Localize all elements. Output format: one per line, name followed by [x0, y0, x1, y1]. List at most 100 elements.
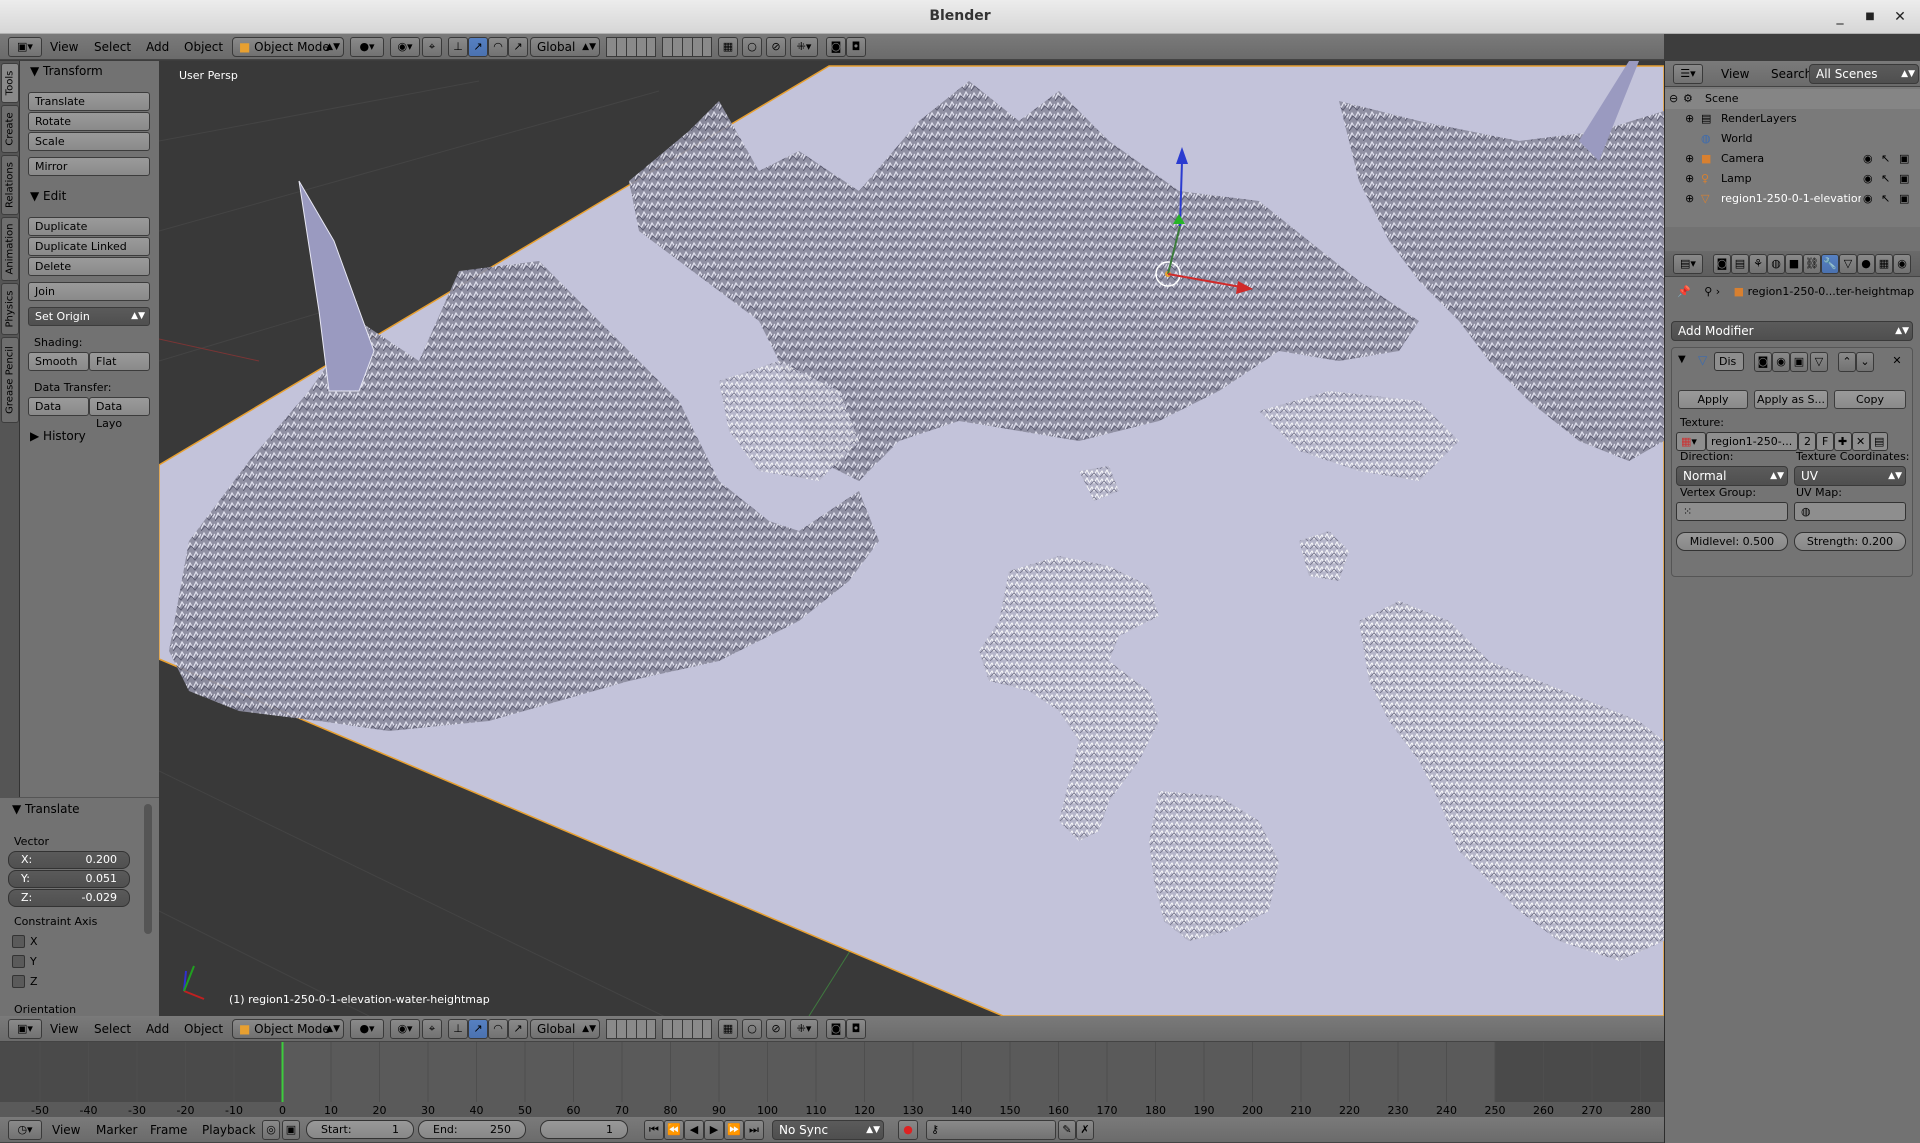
record-icon[interactable]: ●: [898, 1120, 918, 1140]
layer-lock-icon[interactable]: ▦: [718, 1019, 738, 1039]
insert-keyframe-icon[interactable]: ✎: [1058, 1120, 1076, 1140]
jump-keyframe-back-icon[interactable]: ⏪: [664, 1120, 684, 1140]
current-frame-field[interactable]: 1: [540, 1120, 628, 1139]
vector-z-field[interactable]: Z: -0.029: [8, 889, 130, 907]
orientation-select[interactable]: Global ▲▼: [530, 37, 600, 57]
tab-create[interactable]: Create: [1, 105, 19, 153]
maximize-icon[interactable]: ■: [1860, 7, 1880, 27]
add-modifier-select[interactable]: Add Modifier ▲▼: [1671, 321, 1913, 341]
strength-field[interactable]: Strength: 0.200: [1794, 532, 1906, 551]
render-icon[interactable]: ◙: [826, 37, 846, 57]
layers-grid-a[interactable]: [606, 37, 656, 57]
properties-editor-type-button[interactable]: ▤▾: [1673, 254, 1703, 274]
mode-select-bottom[interactable]: ■ Object Mode ▲▼: [232, 1019, 344, 1039]
minimize-icon[interactable]: _: [1830, 7, 1850, 27]
tab-physics[interactable]: Physics: [1, 283, 19, 335]
join-button[interactable]: Join: [28, 282, 150, 301]
menu-object-bottom[interactable]: Object: [184, 1022, 223, 1036]
menu-object[interactable]: Object: [184, 40, 223, 54]
move-up-icon[interactable]: ⌃: [1838, 352, 1856, 372]
end-frame-field[interactable]: End: 250: [418, 1120, 526, 1139]
outliner-item-camera[interactable]: ⊕ ■ Camera ◉ ↖ ▣: [1665, 149, 1920, 169]
viewport-shading-button[interactable]: ●▾: [350, 37, 384, 57]
timeline[interactable]: -50 -40 -30 -20 -10 0 10 20 30 40 50 60 70 80 90 100 110…: [0, 1042, 1664, 1118]
render-anim-icon[interactable]: ◘: [846, 37, 866, 57]
editor-type-button[interactable]: ▣▾: [8, 37, 42, 57]
proportional-edit-icon[interactable]: ○: [742, 1019, 762, 1039]
collapse-modifier-icon[interactable]: ▼: [1678, 354, 1686, 365]
snap-icon[interactable]: ⊘: [766, 37, 786, 57]
tab-grease-pencil[interactable]: Grease Pencil: [1, 337, 19, 423]
vector-x-field[interactable]: X: 0.200: [8, 851, 130, 869]
menu-view-bottom[interactable]: View: [50, 1022, 78, 1036]
apply-as-shape-button[interactable]: Apply as S...: [1754, 390, 1828, 409]
direction-select[interactable]: Normal ▲▼: [1676, 466, 1788, 486]
viewport-3d[interactable]: User Persp (1) region1-250-0-1-elevation…: [159, 61, 1664, 1016]
layer-lock-icon[interactable]: ▦: [718, 37, 738, 57]
menu-select[interactable]: Select: [94, 40, 131, 54]
menu-add-bottom[interactable]: Add: [146, 1022, 169, 1036]
rotate-manipulator-icon[interactable]: ↗: [468, 1019, 488, 1039]
visibility-eye-icon[interactable]: ◉: [1863, 189, 1873, 209]
preview-range-icon[interactable]: ◎: [262, 1120, 280, 1140]
outliner-item-scene[interactable]: ⊖ ⚙ Scene: [1665, 89, 1920, 109]
select-cursor-icon[interactable]: ↖: [1881, 149, 1890, 169]
visibility-eye-icon[interactable]: ◉: [1863, 169, 1873, 189]
texture-name-field[interactable]: region1-250-...: [1706, 432, 1798, 451]
texture-users-count[interactable]: 2: [1798, 432, 1816, 451]
data-tab-icon[interactable]: ▽: [1839, 254, 1857, 274]
render-camera-icon[interactable]: ▣: [1899, 169, 1909, 189]
select-cursor-icon[interactable]: ↖: [1881, 169, 1890, 189]
manipulator-toggle-bottom[interactable]: ⌖: [422, 1019, 442, 1039]
outliner-item-renderlayers[interactable]: ⊕ ▤ RenderLayers: [1665, 109, 1920, 129]
outliner-menu-search[interactable]: Search: [1771, 67, 1812, 81]
render-icon[interactable]: ◙: [826, 1019, 846, 1039]
constraint-z-checkbox[interactable]: [12, 975, 25, 988]
tab-tools[interactable]: Tools: [1, 63, 19, 103]
jump-start-icon[interactable]: ⏮: [644, 1120, 664, 1140]
keying-set-field[interactable]: ⚷: [926, 1120, 1056, 1140]
move-down-icon[interactable]: ⌄: [1856, 352, 1874, 372]
transform-icon[interactable]: ↗: [508, 37, 528, 57]
render-layers-tab-icon[interactable]: ▤: [1731, 254, 1749, 274]
modifiers-tab-icon[interactable]: 🔧: [1821, 254, 1839, 274]
panel-history-header[interactable]: ▶ History: [30, 429, 86, 443]
mode-select[interactable]: ■ Object Mode ▲▼: [232, 37, 344, 57]
close-icon[interactable]: ✕: [1890, 7, 1910, 27]
viewport-shading-button-bottom[interactable]: ●▾: [350, 1019, 384, 1039]
scene-tab-icon[interactable]: ⚘: [1749, 254, 1767, 274]
vertex-group-field[interactable]: ⁙: [1676, 502, 1788, 521]
render-tab-icon[interactable]: ◙: [1713, 254, 1731, 274]
new-texture-icon[interactable]: ✚: [1834, 432, 1852, 451]
rotate-manipulator-icon[interactable]: ↗: [468, 37, 488, 57]
pivot-point-button-bottom[interactable]: ◉▾: [390, 1019, 420, 1039]
snap-icon[interactable]: ⊘: [766, 1019, 786, 1039]
jump-end-icon[interactable]: ⏭: [744, 1120, 764, 1140]
render-camera-icon[interactable]: ▣: [1899, 189, 1909, 209]
start-frame-field[interactable]: Start: 1: [306, 1120, 414, 1139]
visibility-eye-icon[interactable]: ◉: [1863, 149, 1873, 169]
scale-manipulator-icon[interactable]: ◠: [488, 37, 508, 57]
texture-coords-select[interactable]: UV ▲▼: [1794, 466, 1906, 486]
render-camera-icon[interactable]: ▣: [1899, 149, 1909, 169]
menu-add[interactable]: Add: [146, 40, 169, 54]
constraint-x-checkbox[interactable]: [12, 935, 25, 948]
set-origin-select[interactable]: Set Origin ▲▼: [28, 307, 150, 326]
pivot-point-button[interactable]: ◉▾: [390, 37, 420, 57]
object-tab-icon[interactable]: ■: [1785, 254, 1803, 274]
constraints-tab-icon[interactable]: ⛓: [1803, 254, 1821, 274]
layers-grid-b[interactable]: [662, 37, 712, 57]
texture-properties-icon[interactable]: ▤: [1870, 432, 1888, 451]
operator-scrollbar[interactable]: [144, 804, 152, 934]
vector-y-field[interactable]: Y: 0.051: [8, 870, 130, 888]
outliner-scene-filter[interactable]: All Scenes ▲▼: [1809, 64, 1919, 84]
duplicate-button[interactable]: Duplicate: [28, 217, 150, 236]
remove-modifier-icon[interactable]: ✕: [1888, 352, 1906, 372]
apply-button[interactable]: Apply: [1678, 390, 1748, 409]
tab-animation[interactable]: Animation: [1, 217, 19, 281]
timeline-menu-view[interactable]: View: [52, 1123, 80, 1137]
texture-tab-icon[interactable]: ▦: [1875, 254, 1893, 274]
menu-select-bottom[interactable]: Select: [94, 1022, 131, 1036]
sync-select[interactable]: No Sync ▲▼: [772, 1120, 884, 1140]
play-reverse-icon[interactable]: ◀: [684, 1120, 704, 1140]
